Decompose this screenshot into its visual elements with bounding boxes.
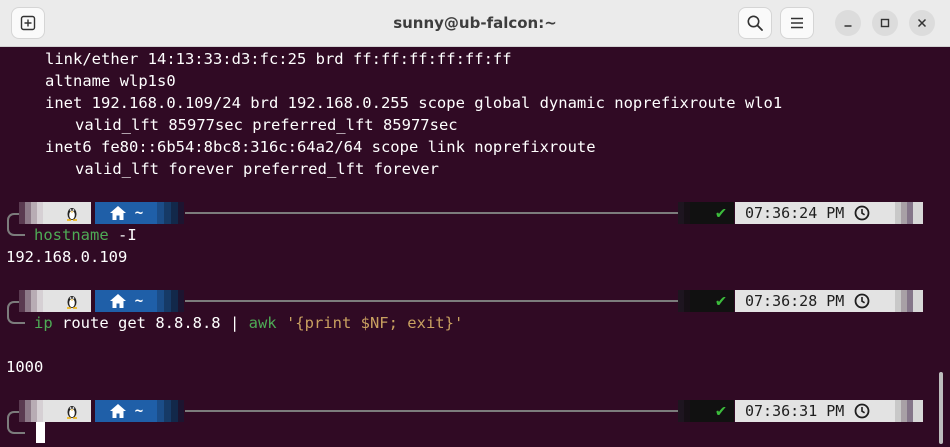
output-line: inet6 fe80::6b54:8bc8:316c:64a2/64 scope… [45,138,596,156]
menu-button[interactable] [780,7,814,39]
home-segment: ~ [95,400,157,422]
home-segment: ~ [95,290,157,312]
command-args: -I [108,226,137,244]
prompt-gradient [913,202,923,224]
current-directory: ~ [134,403,144,419]
linux-tux-icon [67,208,77,221]
prompt-gradient [913,290,923,312]
output-line: link/ether 14:13:33:d3:fc:25 brd ff:ff:f… [45,50,512,68]
search-icon [747,15,763,31]
checkmark-icon: ✔ [715,291,727,311]
prompt-corner-bottom [7,312,25,324]
prompt-rule [185,410,678,412]
terminal-window: sunny@ub-falcon:~ link/ether 14:13:33:d3… [0,0,950,447]
prompt-gradient [157,202,164,224]
minimize-button[interactable] [835,10,861,36]
close-button[interactable] [909,10,935,36]
command-line: ip route get 8.8.8.8 | awk '{print $NF; … [34,312,463,334]
output-line: valid_lft 85977sec preferred_lft 85977se… [75,116,458,134]
command-name: hostname [34,226,109,244]
search-button[interactable] [738,7,772,39]
clock-icon [854,293,870,309]
linux-tux-icon [67,296,77,309]
prompt-gradient [164,290,171,312]
prompt-gradient [171,400,178,422]
time-segment: 07:36:28 PM [735,290,895,312]
output-line: valid_lft forever preferred_lft forever [75,160,439,178]
time-segment: 07:36:31 PM [735,400,895,422]
command-name: ip [34,314,53,332]
clock-icon [854,205,870,221]
command-args: route get 8.8.8.8 | [52,314,249,332]
prompt-gradient [157,400,164,422]
minimize-icon [844,25,852,27]
prompt-corner-bottom [7,422,25,434]
os-segment [53,202,91,224]
close-icon [917,18,927,28]
prompt-gradient [178,290,184,312]
home-icon [109,294,126,308]
output-line: inet 192.168.0.109/24 brd 192.168.0.255 … [45,94,783,112]
output-line: altname wlp1s0 [45,72,176,90]
maximize-icon [880,18,890,28]
prompt-gradient [164,202,171,224]
scrollbar-thumb[interactable] [939,372,943,444]
prompt-time: 07:36:28 PM [745,292,845,310]
current-directory: ~ [134,293,144,309]
current-directory: ~ [134,205,144,221]
os-segment [53,290,91,312]
prompt-gradient [43,290,53,312]
prompt-time: 07:36:31 PM [745,402,845,420]
terminal-cursor[interactable] [36,422,45,443]
home-icon [109,404,126,418]
command-string: '{print $NF; exit}' [276,314,464,332]
os-segment [53,400,91,422]
maximize-button[interactable] [872,10,898,36]
prompt-rule [185,212,678,214]
prompt-corner-bottom [7,224,25,236]
title-bar: sunny@ub-falcon:~ [0,0,950,47]
prompt-gradient [43,202,53,224]
prompt-gradient [171,290,178,312]
home-segment: ~ [95,202,157,224]
prompt-gradient [178,400,184,422]
hamburger-menu-icon [791,17,803,29]
output-line: 1000 [6,358,44,376]
prompt-time: 07:36:24 PM [745,204,845,222]
home-icon [109,206,126,220]
prompt-rule [185,300,678,302]
terminal-content[interactable]: link/ether 14:13:33:d3:fc:25 brd ff:ff:f… [0,47,950,447]
linux-tux-icon [67,406,77,419]
prompt-gradient [164,400,171,422]
command-name: awk [248,314,277,332]
output-line: 192.168.0.109 [6,248,128,266]
prompt-gradient [157,290,164,312]
time-segment: 07:36:24 PM [735,202,895,224]
prompt-gradient [43,400,53,422]
clock-icon [854,403,870,419]
command-line: hostname -I [34,224,137,246]
checkmark-icon: ✔ [715,401,727,421]
prompt-gradient [913,400,923,422]
prompt-gradient [171,202,178,224]
prompt-gradient [178,202,184,224]
checkmark-icon: ✔ [715,203,727,223]
